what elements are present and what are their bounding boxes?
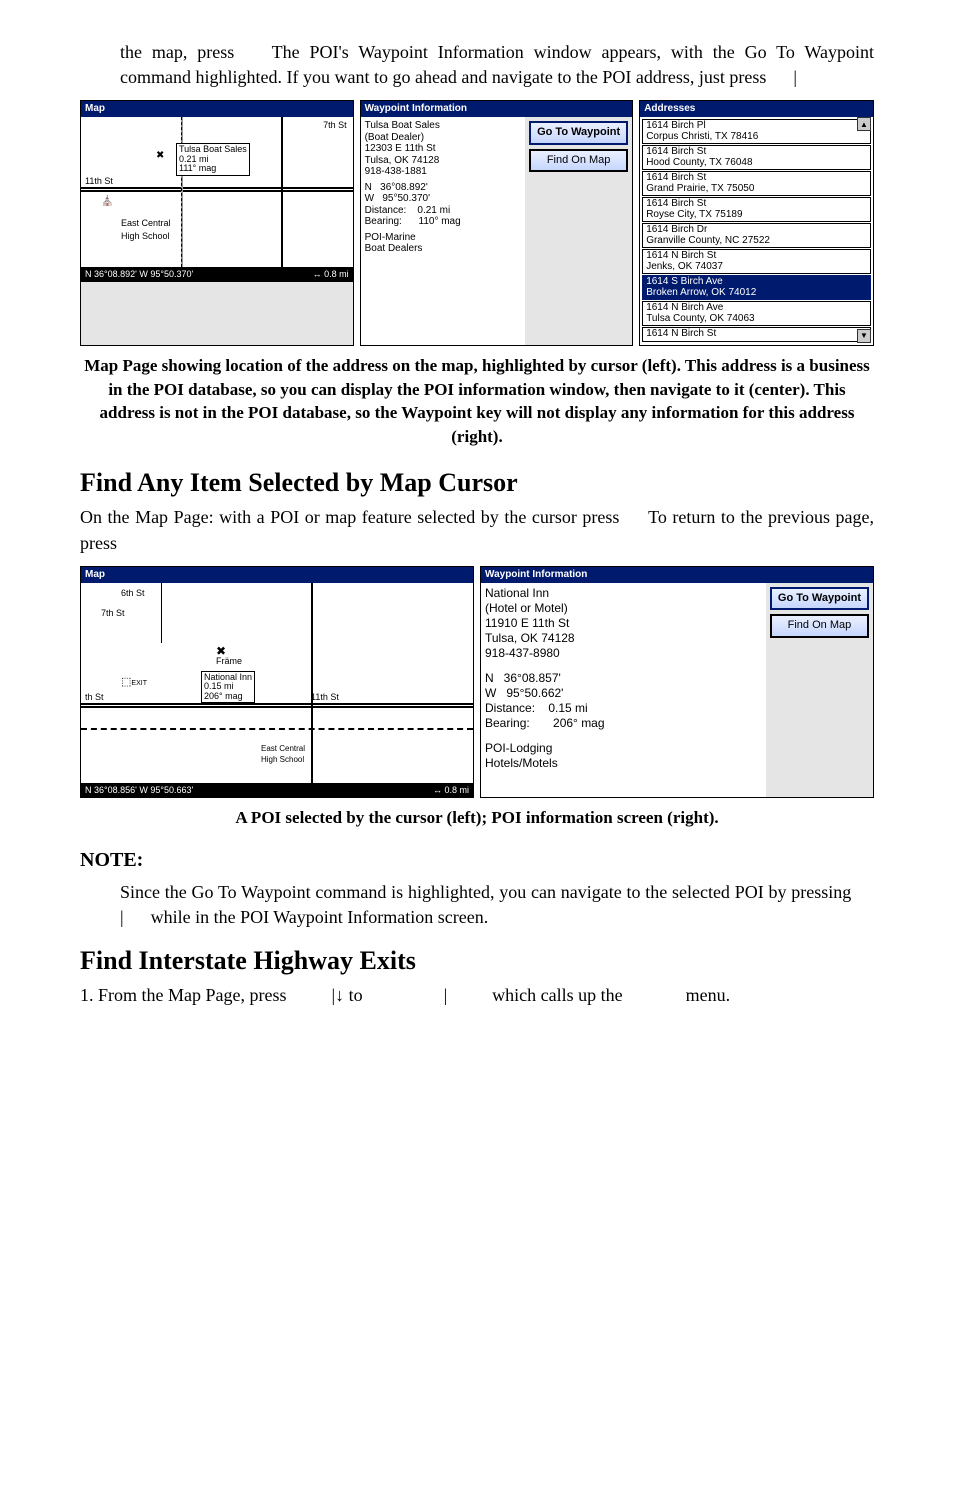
street-label: 11th St	[85, 175, 113, 188]
heading-find-any-item: Find Any Item Selected by Map Cursor	[80, 465, 874, 501]
fig1-waypoint-panel: Waypoint Information Tulsa Boat Sales (B…	[360, 100, 634, 346]
poi-icon: ⛪	[101, 195, 113, 209]
figure-2-caption: A POI selected by the cursor (left); POI…	[80, 806, 874, 830]
map-statusbar: N 36°08.856' W 95°50.663' ↔ 0.8 mi	[81, 783, 473, 798]
address-item[interactable]: 1614 Birch StGrand Prairie, TX 75050	[642, 171, 871, 196]
cursor-icon: ✖	[216, 643, 226, 660]
cursor-label: National Inn 0.15 mi 206° mag	[201, 671, 255, 703]
paragraph-highway-exits: 1. From the Map Page, press |↓ to | whic…	[80, 983, 874, 1008]
poi-address: Tulsa Boat Sales (Boat Dealer) 12303 E 1…	[365, 120, 521, 178]
scroll-up-icon[interactable]: ▲	[857, 117, 871, 131]
address-item[interactable]: 1614 Birch StHood County, TX 76048	[642, 145, 871, 170]
street-label: 6th St	[121, 587, 145, 600]
fig1-map-panel: Map 11th St 7th St ✖ Tulsa Boat Sales 0.…	[80, 100, 354, 346]
panel-title: Waypoint Information	[481, 567, 873, 583]
note-label: NOTE:	[80, 846, 874, 874]
find-on-map-button[interactable]: Find On Map	[529, 149, 628, 172]
heading-find-highway-exits: Find Interstate Highway Exits	[80, 943, 874, 979]
address-item[interactable]: 1614 N Birch St	[642, 327, 871, 342]
figure-1-caption: Map Page showing location of the address…	[80, 354, 874, 449]
fig2-waypoint-panel: Waypoint Information National Inn (Hotel…	[480, 566, 874, 799]
figure-2: Map 6th St 7th St th St 11th St East Cen…	[80, 566, 874, 799]
poi-category: POI-Marine Boat Dealers	[365, 232, 521, 255]
poi-address: National Inn (Hotel or Motel) 11910 E 11…	[485, 586, 762, 661]
address-list[interactable]: 1614 Birch PlCorpus Christi, TX 78416161…	[640, 117, 873, 345]
fig2-map-panel: Map 6th St 7th St th St 11th St East Cen…	[80, 566, 474, 799]
scroll-down-icon[interactable]: ▼	[857, 329, 871, 343]
scale-readout: ↔ 0.8 mi	[313, 268, 349, 281]
coords-readout: N 36°08.892' W 95°50.370'	[85, 268, 193, 281]
exit-icon: ⬚EXIT	[121, 675, 147, 690]
intro-paragraph: the map, press The POI's Waypoint Inform…	[80, 40, 874, 90]
go-to-waypoint-button[interactable]: Go To Waypoint	[770, 587, 869, 610]
address-item[interactable]: 1614 Birch DrGranville County, NC 27522	[642, 223, 871, 248]
address-item[interactable]: 1614 N Birch StJenks, OK 74037	[642, 249, 871, 274]
find-on-map-button[interactable]: Find On Map	[770, 614, 869, 637]
panel-title: Waypoint Information	[361, 101, 633, 117]
poi-coords: N 36°08.857' W 95°50.662' Distance: 0.15…	[485, 671, 762, 731]
street-label: th St	[85, 691, 104, 704]
poi-category: POI-Lodging Hotels/Motels	[485, 741, 762, 771]
street-label: 7th St	[323, 119, 347, 132]
scale-readout: ↔ 0.8 mi	[433, 784, 469, 797]
cursor-icon: ✖	[156, 149, 164, 163]
paragraph-find-any-item: On the Map Page: with a POI or map featu…	[80, 505, 874, 555]
figure-1: Map 11th St 7th St ✖ Tulsa Boat Sales 0.…	[80, 100, 874, 346]
address-item[interactable]: 1614 N Birch AveTulsa County, OK 74063	[642, 301, 871, 326]
cursor-label: Tulsa Boat Sales 0.21 mi 111° mag	[176, 143, 250, 175]
school-label: East CentralHigh School	[121, 217, 171, 242]
street-label: 11th St	[311, 691, 339, 704]
address-item[interactable]: 1614 S Birch AveBroken Arrow, OK 74012	[642, 275, 871, 300]
poi-coords: N 36°08.892' W 95°50.370' Distance: 0.21…	[365, 182, 521, 228]
fig1-addresses-panel: Addresses 1614 Birch PlCorpus Christi, T…	[639, 100, 874, 346]
panel-title: Map	[81, 567, 473, 583]
note-text: Since the Go To Waypoint command is high…	[80, 880, 874, 930]
go-to-waypoint-button[interactable]: Go To Waypoint	[529, 121, 628, 144]
map-statusbar: N 36°08.892' W 95°50.370' ↔ 0.8 mi	[81, 267, 353, 282]
panel-title: Addresses	[640, 101, 873, 117]
address-item[interactable]: 1614 Birch PlCorpus Christi, TX 78416	[642, 119, 871, 144]
panel-title: Map	[81, 101, 353, 117]
coords-readout: N 36°08.856' W 95°50.663'	[85, 784, 193, 797]
address-item[interactable]: 1614 Birch StRoyse City, TX 75189	[642, 197, 871, 222]
street-label: 7th St	[101, 607, 125, 620]
school-label: East Central High School	[261, 743, 305, 765]
